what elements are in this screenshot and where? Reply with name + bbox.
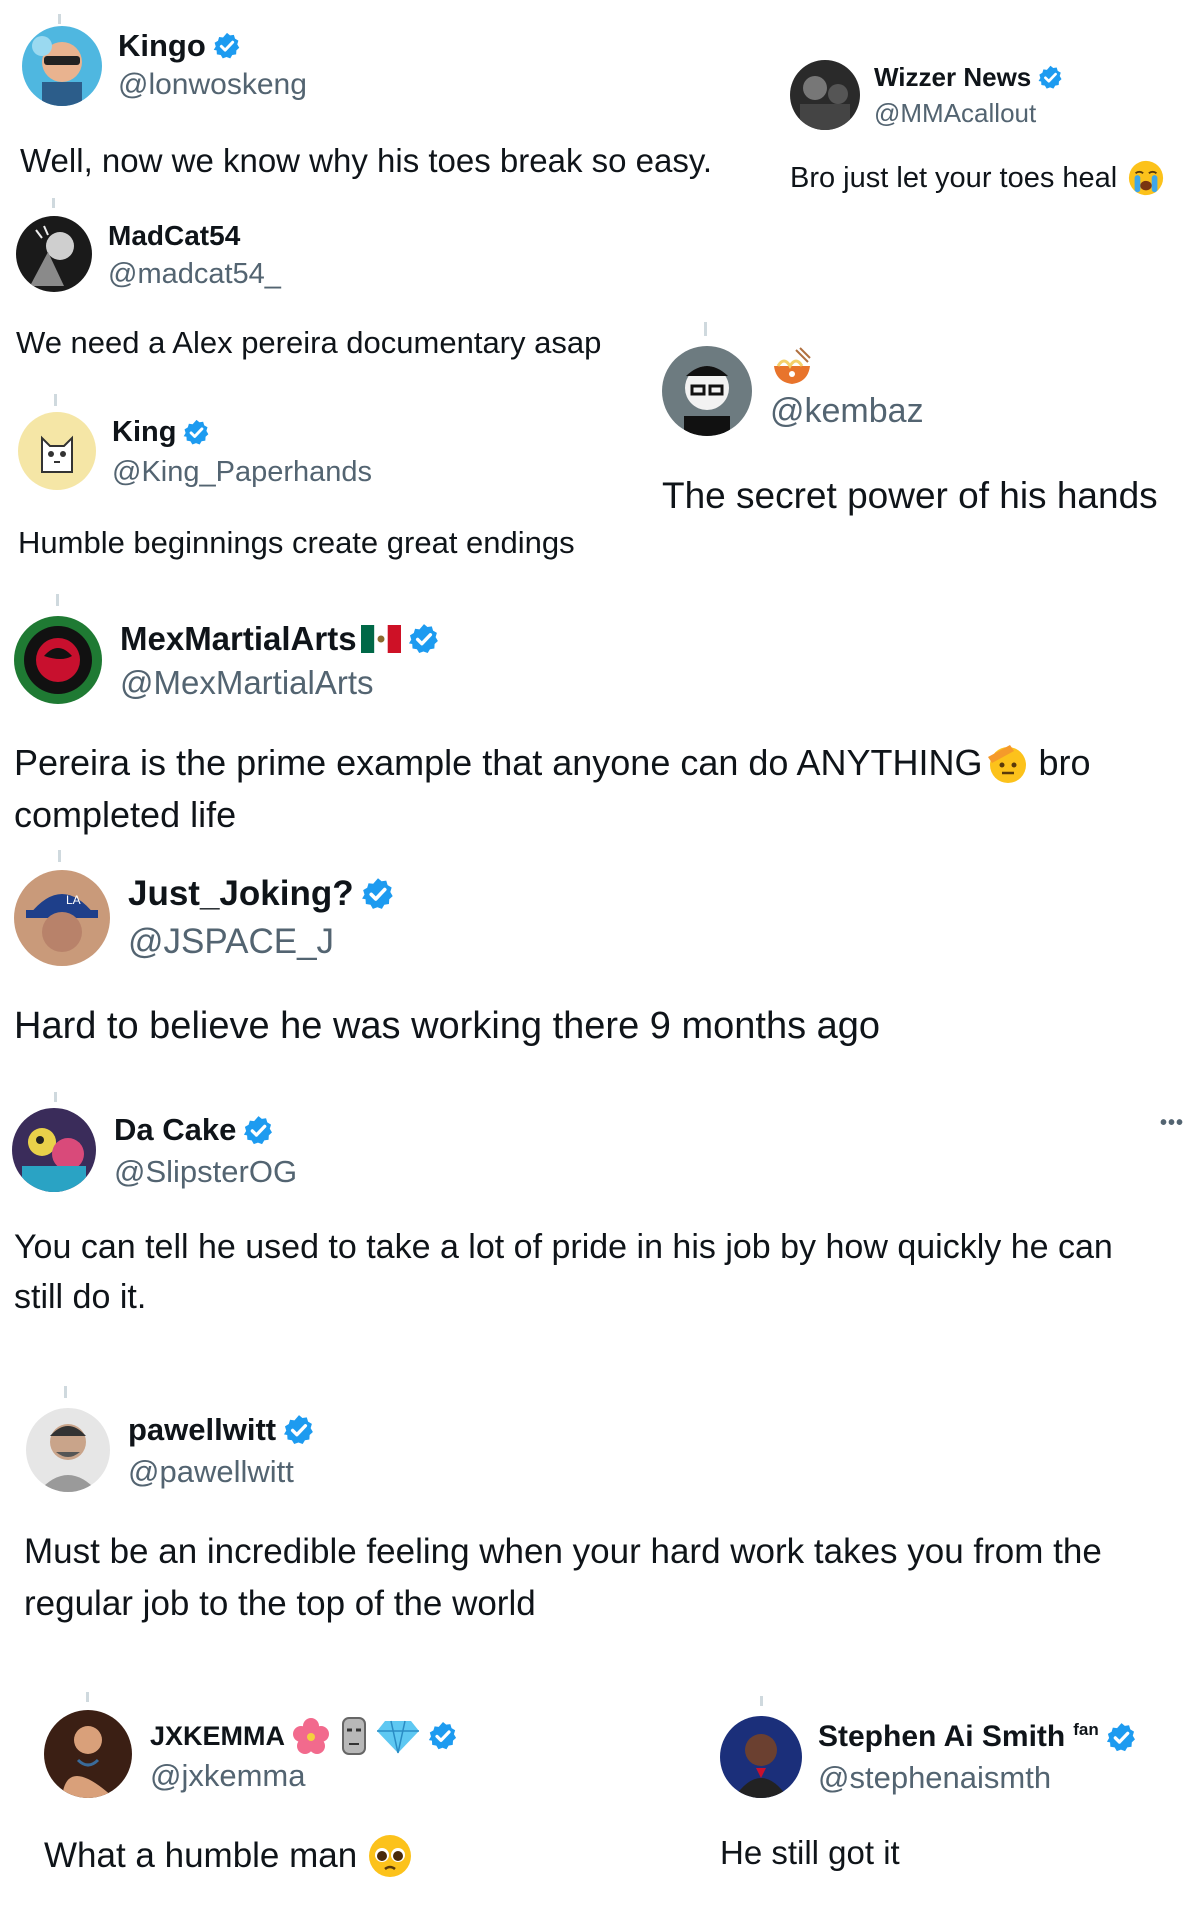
display-name[interactable]: Just_Joking? — [128, 874, 396, 914]
user-handle[interactable]: @pawellwitt — [128, 1454, 294, 1490]
display-name[interactable]: Wizzer News — [874, 62, 1064, 93]
tweet-text-line-1: Must be an incredible feeling when your … — [24, 1532, 1102, 1571]
display-name[interactable]: MexMartialArts — [120, 620, 441, 658]
user-handle[interactable]: @MMAcallout — [874, 98, 1036, 129]
thread-line — [86, 1692, 89, 1702]
user-handle[interactable]: @madcat54_ — [108, 258, 281, 291]
display-name[interactable]: JXKEMMA — [150, 1716, 459, 1756]
thread-line — [58, 14, 61, 24]
avatar[interactable] — [22, 26, 102, 106]
user-handle[interactable]: @lonwoskeng — [118, 68, 307, 102]
hibiscus-icon — [291, 1716, 331, 1756]
display-name[interactable]: pawellwitt — [128, 1412, 316, 1448]
verified-badge-icon — [360, 876, 396, 912]
saluting-face-icon — [984, 741, 1030, 785]
display-name[interactable]: MadCat54 — [108, 220, 240, 252]
user-handle[interactable]: @SlipsterOG — [114, 1154, 297, 1190]
display-name[interactable]: Da Cake — [114, 1112, 275, 1148]
thread-line — [54, 1092, 57, 1102]
loudly-crying-face-icon — [1127, 159, 1165, 197]
thread-line — [760, 1696, 763, 1706]
tweet-text-line-1: You can tell he used to take a lot of pr… — [14, 1228, 1113, 1266]
avatar[interactable] — [720, 1716, 802, 1798]
avatar[interactable] — [18, 412, 96, 490]
tweet-text: He still got it — [720, 1834, 900, 1871]
tweet-text-line-2: still do it. — [14, 1278, 147, 1316]
user-handle[interactable]: @kembaz — [770, 392, 924, 431]
more-options-button[interactable]: ••• — [1160, 1112, 1184, 1135]
tweet-text: Humble beginnings create great endings — [18, 525, 575, 560]
avatar[interactable] — [12, 1108, 96, 1192]
verified-badge-icon — [282, 1413, 316, 1447]
avatar[interactable] — [14, 616, 102, 704]
mexico-flag-icon — [360, 625, 401, 653]
thread-line — [64, 1386, 67, 1398]
display-name[interactable] — [770, 346, 814, 388]
thread-line — [56, 594, 59, 606]
avatar[interactable] — [44, 1710, 132, 1798]
avatar[interactable] — [26, 1408, 110, 1492]
tweet-text: Bro just let your toes heal — [790, 158, 1165, 198]
noodle-bowl-icon — [770, 346, 814, 388]
tweet-text-line-2: regular job to the top of the world — [24, 1584, 536, 1623]
tweet-text: The secret power of his hands — [662, 475, 1158, 516]
tweet-text: Hard to believe he was working there 9 m… — [14, 1005, 881, 1047]
verified-badge-icon — [427, 1720, 459, 1752]
verified-badge-icon — [1037, 64, 1064, 91]
display-name[interactable]: Kingo — [118, 28, 242, 64]
user-handle[interactable]: @JSPACE_J — [128, 922, 334, 962]
gem-icon — [377, 1717, 420, 1755]
user-handle[interactable]: @stephenaismth — [818, 1760, 1051, 1796]
verified-badge-icon — [1105, 1721, 1138, 1754]
pleading-face-icon — [367, 1833, 413, 1879]
name-suffix: fan — [1073, 1720, 1099, 1739]
svg-text:LA: LA — [66, 893, 81, 907]
thread-line — [704, 322, 707, 336]
tweet-text: We need a Alex pereira documentary asap — [16, 325, 602, 360]
tweet-text-line-1: Pereira is the prime example that anyone… — [14, 741, 1091, 785]
user-handle[interactable]: @jxkemma — [150, 1758, 305, 1794]
avatar[interactable]: LA — [14, 870, 110, 966]
thread-line — [58, 850, 61, 862]
verified-badge-icon — [407, 622, 441, 656]
verified-badge-icon — [212, 31, 242, 61]
user-handle[interactable]: @King_Paperhands — [112, 456, 372, 489]
display-name[interactable]: King — [112, 416, 211, 449]
user-handle[interactable]: @MexMartialArts — [120, 664, 374, 702]
avatar[interactable] — [16, 216, 92, 292]
moai-icon — [337, 1716, 371, 1756]
thread-line — [52, 198, 55, 208]
tweet-text: What a humble man — [44, 1832, 413, 1880]
avatar[interactable] — [662, 346, 752, 436]
tweet-text-line-2: completed life — [14, 794, 237, 835]
verified-badge-icon — [242, 1114, 275, 1147]
avatar[interactable] — [790, 60, 860, 130]
thread-line — [54, 394, 57, 406]
display-name[interactable]: Stephen Ai Smith fan — [818, 1720, 1138, 1754]
tweet-text: Well, now we know why his toes break so … — [20, 142, 713, 179]
verified-badge-icon — [182, 418, 211, 447]
